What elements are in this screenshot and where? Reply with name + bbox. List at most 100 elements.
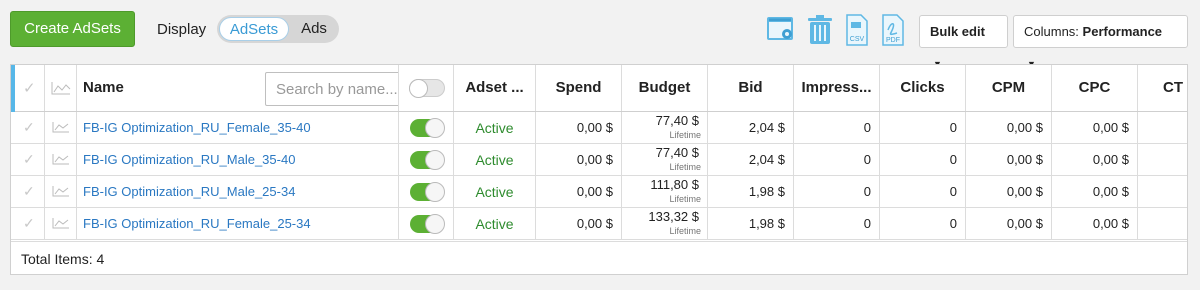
adset-name-link[interactable]: FB-IG Optimization_RU_Male_35-40 (77, 144, 399, 175)
settings-icon[interactable] (766, 14, 796, 49)
adset-active-switch[interactable] (410, 182, 445, 202)
ctr-cell (1138, 176, 1187, 207)
impressions-cell: 0 (794, 112, 880, 143)
trash-icon[interactable] (806, 14, 834, 51)
display-option-ads[interactable]: Ads (291, 17, 337, 41)
csv-export-icon[interactable]: CSV (845, 14, 869, 51)
toolbar: Create AdSets Display AdSets Ads CSV PDF… (0, 0, 1200, 69)
budget-type: Lifetime (669, 194, 701, 204)
columns-value: Performance (1082, 24, 1163, 39)
pdf-label: PDF (886, 37, 900, 44)
csv-label: CSV (850, 36, 865, 43)
row-checkbox[interactable]: ✓ (15, 176, 45, 207)
cpc-cell: 0,00 $ (1052, 176, 1138, 207)
status-badge: Active (454, 112, 536, 143)
line-chart-icon (52, 186, 69, 197)
row-chart-cell[interactable] (45, 144, 77, 175)
cpc-cell: 0,00 $ (1052, 112, 1138, 143)
budget-cell[interactable]: 77,40 $ Lifetime (622, 144, 708, 175)
row-chart-cell[interactable] (45, 208, 77, 239)
adset-name-link[interactable]: FB-IG Optimization_RU_Female_35-40 (77, 112, 399, 143)
select-all-checkbox[interactable]: ✓ (15, 65, 45, 111)
cpc-cell: 0,00 $ (1052, 144, 1138, 175)
adset-active-switch[interactable] (410, 214, 445, 234)
bid-cell[interactable]: 2,04 $ (708, 144, 794, 175)
budget-cell[interactable]: 133,32 $ Lifetime (622, 208, 708, 239)
budget-value: 111,80 $ (650, 177, 699, 192)
clicks-cell: 0 (880, 112, 966, 143)
adset-name-link[interactable]: FB-IG Optimization_RU_Male_25-34 (77, 176, 399, 207)
toggle-column-header (399, 65, 454, 111)
line-chart-icon (52, 154, 69, 165)
bid-column-header[interactable]: Bid (708, 65, 794, 111)
row-toggle-cell (399, 112, 454, 143)
ctr-cell (1138, 112, 1187, 143)
budget-column-header[interactable]: Budget (622, 65, 708, 111)
row-checkbox[interactable]: ✓ (15, 112, 45, 143)
bulk-edit-button[interactable]: Bulk edit ▼ (919, 15, 1008, 69)
cpm-cell: 0,00 $ (966, 144, 1052, 175)
spend-column-header[interactable]: Spend (536, 65, 622, 111)
impressions-cell: 0 (794, 208, 880, 239)
status-badge: Active (454, 208, 536, 239)
budget-value: 77,40 $ (655, 113, 699, 128)
budget-type: Lifetime (669, 162, 701, 172)
bid-cell[interactable]: 1,98 $ (708, 176, 794, 207)
status-column-header[interactable]: Adset ... (454, 65, 536, 111)
cpm-column-header[interactable]: CPM (966, 65, 1052, 111)
name-column-header: Name (77, 65, 399, 111)
check-icon: ✓ (23, 119, 35, 135)
display-label: Display (157, 21, 207, 38)
bulk-edit-label: Bulk edit (930, 24, 985, 39)
adset-active-switch[interactable] (410, 118, 445, 138)
line-chart-icon (52, 218, 69, 229)
cpm-cell: 0,00 $ (966, 112, 1052, 143)
row-chart-cell[interactable] (45, 176, 77, 207)
table-row: ✓ FB-IG Optimization_RU_Female_35-40 Act… (11, 112, 1187, 144)
check-icon: ✓ (23, 80, 36, 97)
toggle-all-switch[interactable] (409, 79, 445, 98)
cpm-cell: 0,00 $ (966, 176, 1052, 207)
line-chart-icon (52, 122, 69, 133)
check-icon: ✓ (23, 151, 35, 167)
pdf-export-icon[interactable]: PDF (881, 14, 905, 51)
cpc-cell: 0,00 $ (1052, 208, 1138, 239)
row-checkbox[interactable]: ✓ (15, 144, 45, 175)
search-box (265, 72, 398, 106)
clicks-column-header[interactable]: Clicks (880, 65, 966, 111)
row-toggle-cell (399, 176, 454, 207)
status-badge: Active (454, 144, 536, 175)
spend-cell: 0,00 $ (536, 208, 622, 239)
row-toggle-cell (399, 144, 454, 175)
check-icon: ✓ (23, 183, 35, 199)
bid-cell[interactable]: 1,98 $ (708, 208, 794, 239)
budget-cell[interactable]: 77,40 $ Lifetime (622, 112, 708, 143)
columns-dropdown[interactable]: Columns: Performance ▼ (1013, 15, 1188, 69)
spend-cell: 0,00 $ (536, 144, 622, 175)
budget-cell[interactable]: 111,80 $ Lifetime (622, 176, 708, 207)
row-chart-cell[interactable] (45, 112, 77, 143)
impressions-cell: 0 (794, 144, 880, 175)
cpm-cell: 0,00 $ (966, 208, 1052, 239)
impressions-column-header[interactable]: Impress... (794, 65, 880, 111)
clicks-cell: 0 (880, 176, 966, 207)
bid-cell[interactable]: 2,04 $ (708, 112, 794, 143)
cpc-column-header[interactable]: CPC (1052, 65, 1138, 111)
row-checkbox[interactable]: ✓ (15, 208, 45, 239)
status-badge: Active (454, 176, 536, 207)
create-adsets-button[interactable]: Create AdSets (10, 11, 135, 47)
display-option-adsets[interactable]: AdSets (219, 17, 289, 41)
columns-prefix: Columns: (1024, 24, 1079, 39)
ctr-column-header[interactable]: CT (1138, 65, 1187, 111)
budget-type: Lifetime (669, 130, 701, 140)
table-row: ✓ FB-IG Optimization_RU_Male_35-40 Activ… (11, 144, 1187, 176)
table-footer: Total Items: 4 (11, 241, 1187, 274)
budget-value: 133,32 $ (648, 209, 699, 224)
ctr-cell (1138, 144, 1187, 175)
name-header-label: Name (83, 79, 124, 96)
search-input[interactable] (266, 73, 398, 105)
adset-active-switch[interactable] (410, 150, 445, 170)
spend-cell: 0,00 $ (536, 176, 622, 207)
budget-type: Lifetime (669, 226, 701, 236)
adset-name-link[interactable]: FB-IG Optimization_RU_Female_25-34 (77, 208, 399, 239)
